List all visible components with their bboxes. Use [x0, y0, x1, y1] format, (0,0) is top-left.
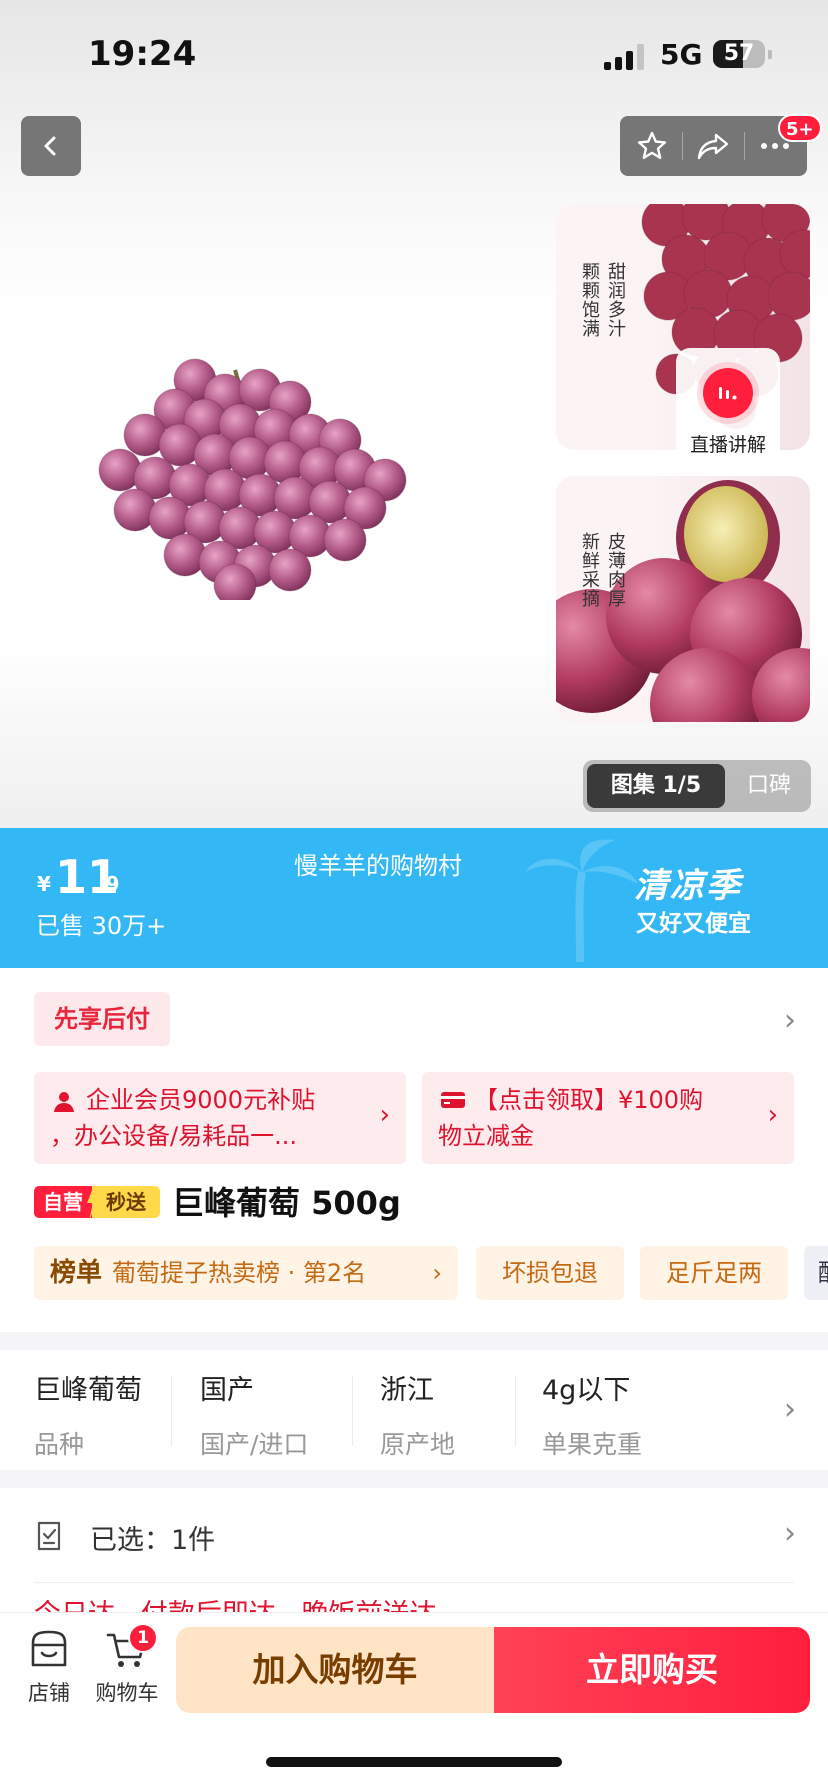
coupon-text: 物立减金: [438, 1122, 534, 1150]
user-icon: [54, 1092, 74, 1112]
guarantee-tag[interactable]: 酸: [804, 1246, 828, 1300]
price-currency: ¥: [37, 872, 51, 896]
section-gap: [0, 1332, 828, 1350]
attribute-value: 巨峰葡萄: [34, 1375, 142, 1406]
grape-berry: [268, 548, 312, 592]
cart-count-badge: 1: [128, 1623, 158, 1653]
attribute-origin[interactable]: 浙江 原产地: [380, 1368, 455, 1461]
more-icon: [761, 143, 789, 149]
grape-berry: [767, 271, 810, 321]
selected-quantity: 已选：1件: [90, 1525, 216, 1556]
product-photo[interactable]: [85, 340, 445, 600]
more-badge: 5+: [778, 114, 822, 142]
attribute-label: 品种: [34, 1430, 85, 1459]
star-icon: [637, 131, 667, 159]
grape-berry: [213, 563, 257, 600]
section-gap: [0, 1470, 828, 1488]
tab-gallery[interactable]: 图集 1/5: [587, 764, 725, 808]
thumbnail-caption: 新鲜采摘: [579, 532, 600, 608]
home-indicator: [266, 1757, 562, 1767]
thumbnail-caption: 甜润多汁: [605, 262, 626, 338]
attribute-label: 原产地: [380, 1430, 456, 1459]
battery-tip: [768, 50, 772, 59]
attribute-origin-type[interactable]: 国产 国产/进口: [200, 1368, 308, 1461]
fast-delivery-tag: 秒送: [92, 1186, 160, 1218]
store-button[interactable]: 店铺: [14, 1627, 84, 1707]
selection-row[interactable]: 已选：1件 ›: [0, 1500, 828, 1580]
battery-level: 57: [723, 41, 755, 66]
favorite-button[interactable]: [622, 116, 682, 176]
image-gallery[interactable]: 19:24 5G 57 5+ 甜润多汁 颗颗饱满 直播讲解 皮薄肉厚 新鲜采摘 …: [0, 0, 828, 828]
battery-icon: 57: [713, 40, 765, 68]
ranking-badge[interactable]: 榜单 葡萄提子热卖榜 · 第2名 ›: [34, 1246, 458, 1300]
back-button[interactable]: [21, 116, 81, 176]
ranking-text: 葡萄提子热卖榜 · 第2名: [112, 1259, 367, 1287]
palm-decoration: [525, 839, 638, 962]
product-title: 巨峰葡萄 500g: [172, 1184, 401, 1222]
season-slogan: 又好又便宜: [636, 911, 751, 937]
attribute-divider: [515, 1376, 516, 1446]
sold-count: 已售 30万+: [36, 912, 167, 940]
pay-later-badge[interactable]: 先享后付: [34, 992, 170, 1046]
guarantee-tag[interactable]: 足斤足两: [640, 1246, 788, 1300]
attribute-label: 国产/进口: [200, 1430, 309, 1459]
attributes-chevron-icon[interactable]: ›: [784, 1392, 796, 1427]
checklist-icon: [37, 1521, 61, 1551]
attribute-weight[interactable]: 4g以下 单果克重: [542, 1368, 642, 1461]
coupon-chevron-icon: ›: [767, 1100, 778, 1130]
thumbnail-caption: 颗颗饱满: [579, 262, 600, 338]
coupon-text: 企业会员9000元补贴: [86, 1086, 316, 1114]
back-icon: [44, 136, 56, 156]
live-explain-button[interactable]: 直播讲解: [676, 348, 780, 466]
row-divider: [34, 1582, 794, 1583]
ranking-chevron-icon: ›: [432, 1259, 442, 1287]
tab-reviews[interactable]: 口碑: [733, 764, 805, 808]
share-button[interactable]: [683, 116, 743, 176]
attribute-divider: [352, 1376, 353, 1446]
add-to-cart-button[interactable]: 加入购物车: [176, 1627, 494, 1713]
shop-name[interactable]: 慢羊羊的购物村: [294, 846, 462, 881]
enterprise-coupon[interactable]: 企业会员9000元补贴 ，办公设备/易耗品一... ›: [34, 1072, 406, 1164]
status-time: 19:24: [88, 34, 197, 74]
bolt-icon: [87, 1183, 98, 1221]
attribute-value: 国产: [200, 1375, 254, 1406]
attribute-value: 4g以下: [542, 1375, 631, 1406]
network-type: 5G: [660, 38, 703, 71]
signal-icon: [604, 44, 648, 70]
card-icon: [441, 1092, 465, 1108]
thumbnail-caption: 皮薄肉厚: [605, 532, 626, 608]
store-icon: [31, 1630, 67, 1667]
coupon-chevron-icon: ›: [379, 1100, 390, 1130]
live-icon: [703, 368, 753, 418]
self-operated-tag: 自营: [34, 1186, 92, 1218]
discount-coupon[interactable]: 【点击领取】¥100购 物立减金 ›: [422, 1072, 794, 1164]
price-decimal: .9: [98, 872, 120, 896]
gallery-thumbnail[interactable]: 皮薄肉厚 新鲜采摘: [556, 476, 810, 722]
pay-later-chevron-icon[interactable]: ›: [784, 1003, 796, 1038]
gallery-tabs: 图集 1/5 口碑: [583, 760, 811, 812]
share-icon: [697, 133, 729, 160]
live-label: 直播讲解: [689, 434, 766, 456]
status-bar: 19:24 5G 57: [0, 0, 828, 100]
buy-now-button[interactable]: 立即购买: [494, 1627, 810, 1713]
attribute-value: 浙江: [380, 1375, 434, 1406]
grape-berry: [323, 518, 367, 562]
attribute-variety[interactable]: 巨峰葡萄 品种: [34, 1368, 142, 1461]
cart-label: 购物车: [95, 1681, 159, 1705]
coupon-text: ，办公设备/易耗品一...: [50, 1122, 297, 1150]
store-label: 店铺: [28, 1681, 70, 1705]
attribute-divider: [171, 1376, 172, 1446]
guarantee-tag[interactable]: 坏损包退: [476, 1246, 624, 1300]
coupon-text: 【点击领取】¥100购: [474, 1086, 704, 1114]
season-title: 清凉季: [634, 866, 742, 906]
product-detail-page: 19:24 5G 57 5+ 甜润多汁 颗颗饱满 直播讲解 皮薄肉厚 新鲜采摘 …: [0, 0, 828, 1792]
price-banner: ¥ 11 .9 已售 30万+ 慢羊羊的购物村 清凉季 又好又便宜: [0, 828, 828, 968]
selection-chevron-icon: ›: [784, 1516, 796, 1551]
attribute-label: 单果克重: [542, 1430, 643, 1459]
ranking-label: 榜单: [50, 1258, 103, 1288]
